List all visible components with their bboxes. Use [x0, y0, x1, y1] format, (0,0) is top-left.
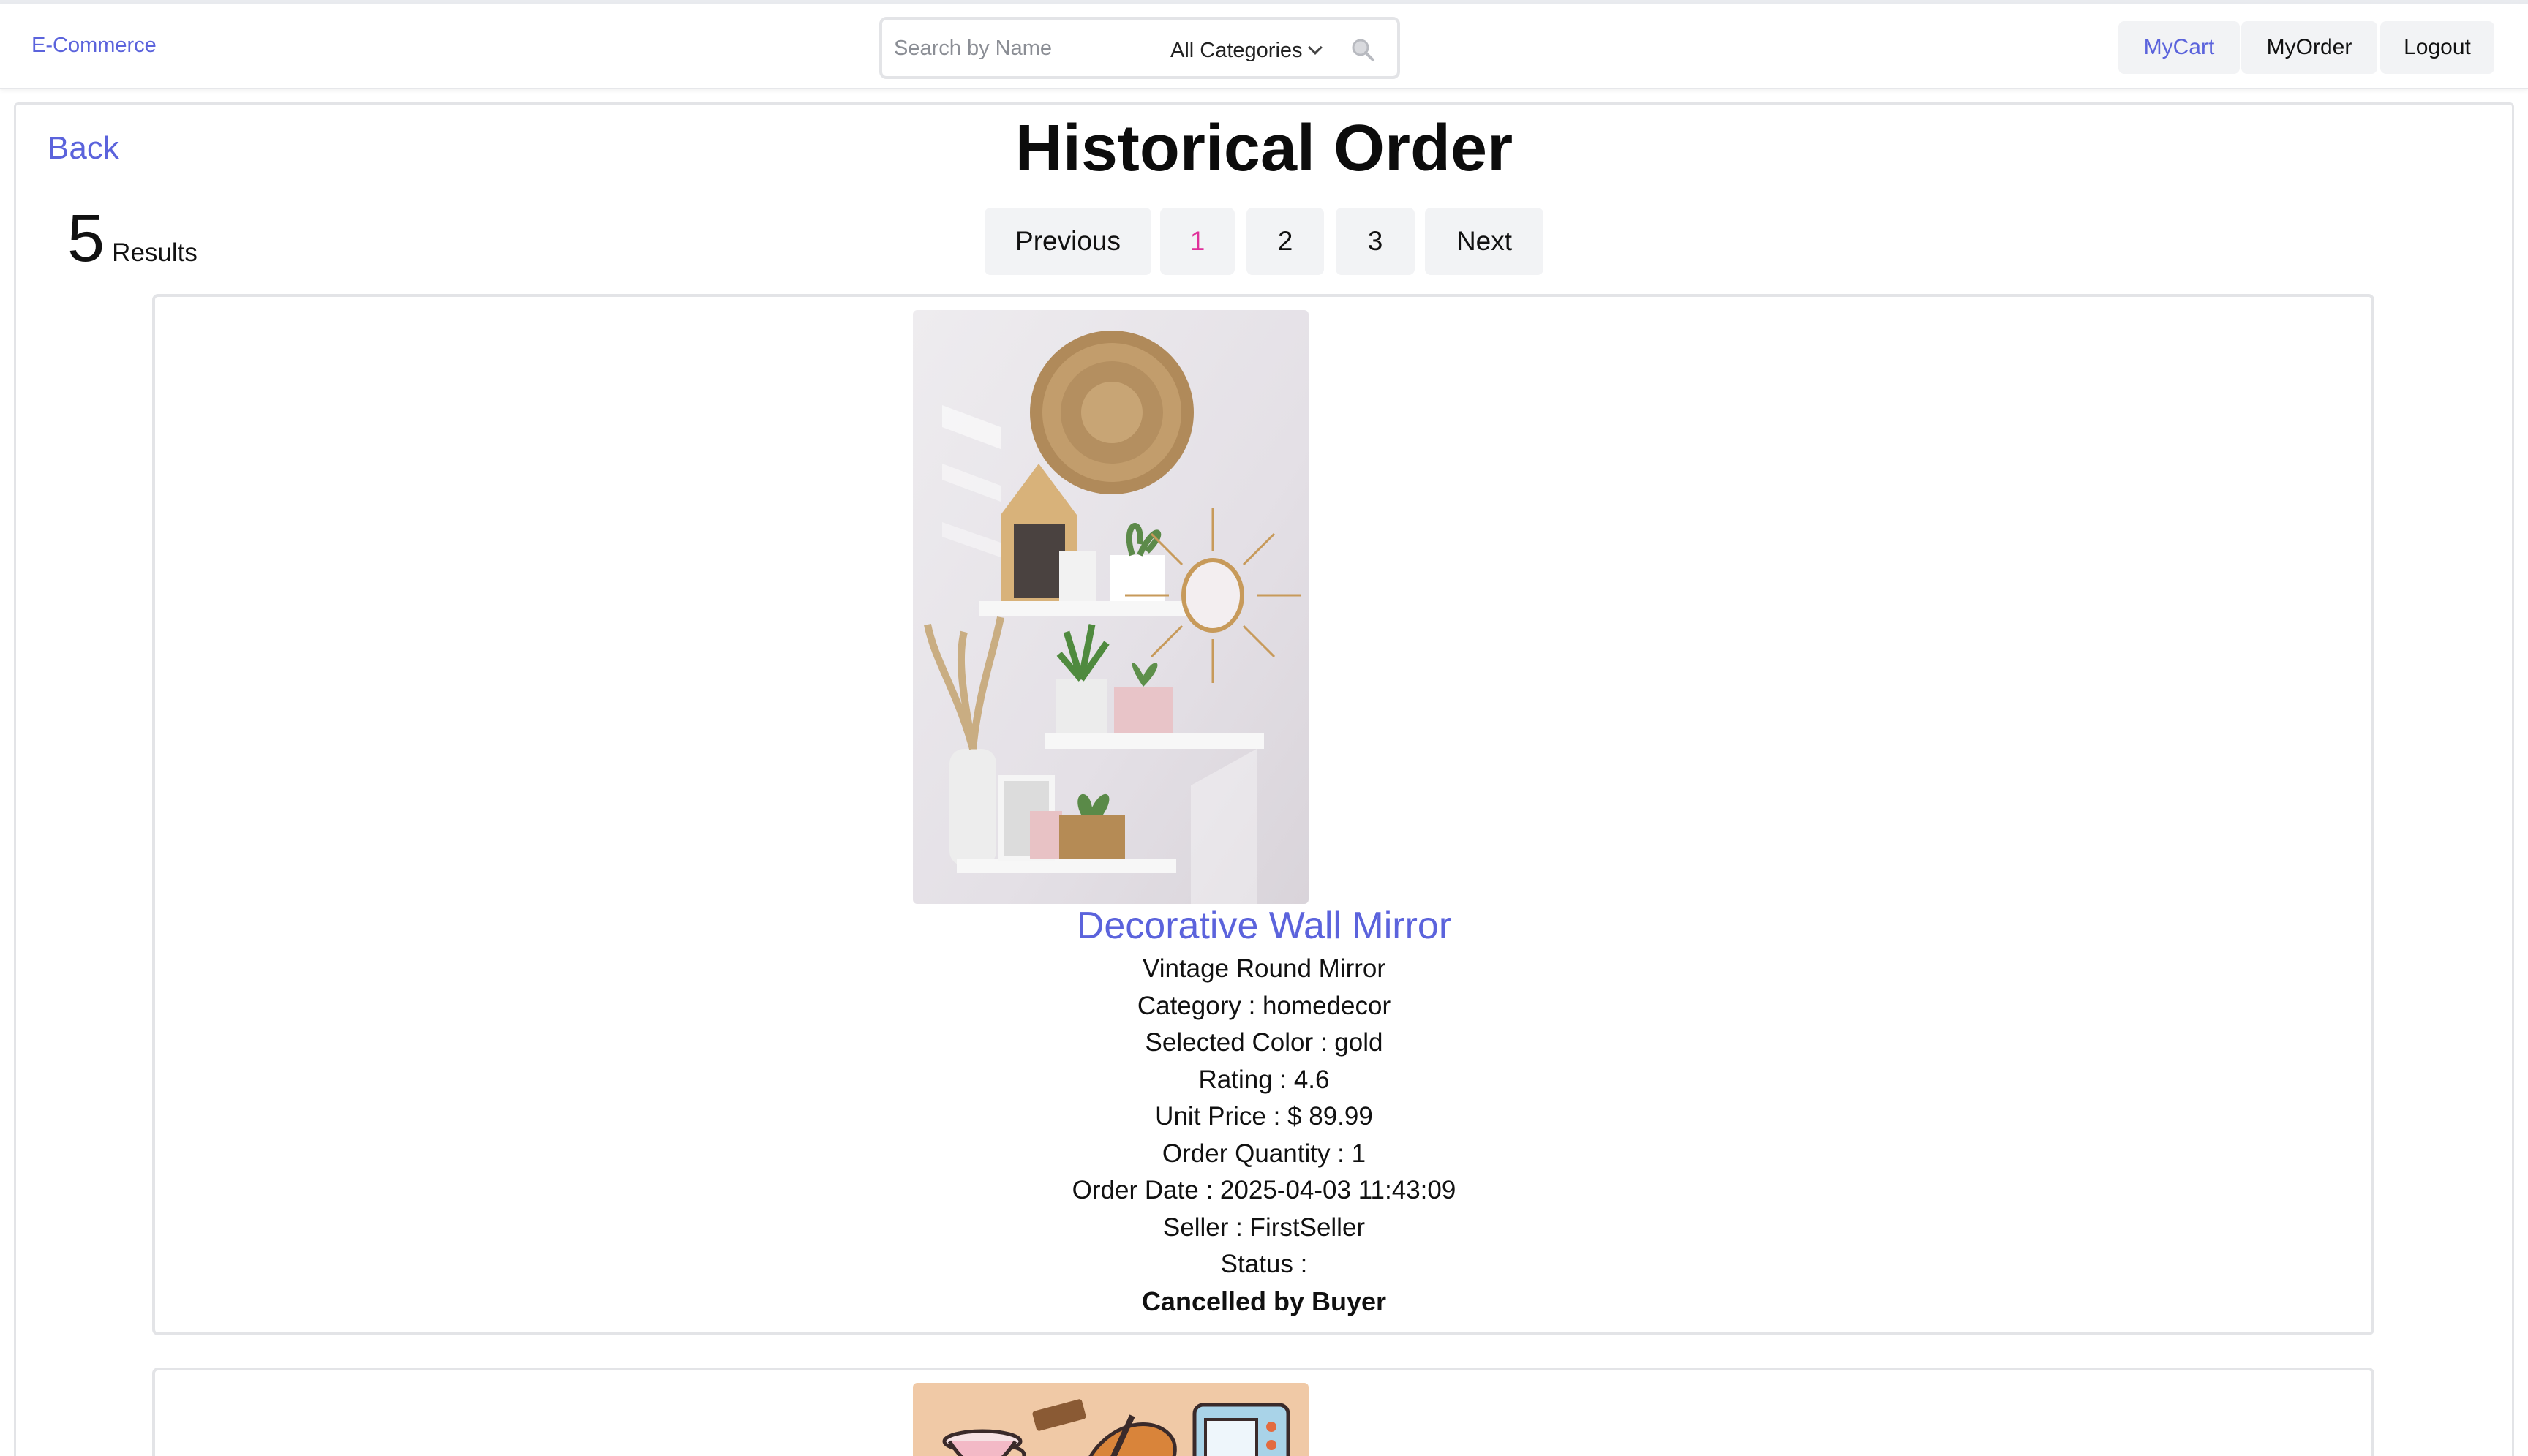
page-3-button[interactable]: 3: [1336, 208, 1415, 275]
order-quantity: Order Quantity : 1: [1162, 1139, 1366, 1168]
brand-link[interactable]: E-Commerce: [31, 34, 157, 58]
category-select[interactable]: All Categories: [1170, 36, 1323, 65]
product-name-link[interactable]: Decorative Wall Mirror: [0, 904, 2528, 948]
logout-button[interactable]: Logout: [2380, 21, 2494, 74]
category-select-value: All Categories: [1170, 38, 1303, 62]
selected-color: Selected Color : gold: [1145, 1028, 1383, 1057]
product-category: Category : homedecor: [1137, 991, 1391, 1020]
unit-price: Unit Price : $ 89.99: [1155, 1102, 1373, 1131]
chevron-down-icon: [1307, 40, 1323, 55]
previous-page-button[interactable]: Previous: [985, 208, 1151, 275]
navbar: E-Commerce All Categories MyCart MyOrder…: [0, 4, 2528, 89]
search-input[interactable]: [894, 33, 1157, 64]
myorder-button[interactable]: MyOrder: [2241, 21, 2377, 74]
mycart-button[interactable]: MyCart: [2118, 21, 2240, 74]
page-title: Historical Order: [1015, 112, 1513, 185]
seller: Seller : FirstSeller: [1162, 1212, 1366, 1242]
product-rating: Rating : 4.6: [1198, 1065, 1330, 1094]
product-image: [913, 1383, 1309, 1456]
status-value: Cancelled by Buyer: [1141, 1286, 1387, 1316]
order-date: Order Date : 2025-04-03 11:43:09: [1072, 1176, 1456, 1204]
status-label: Status :: [1220, 1250, 1308, 1278]
results-summary: 5 Results: [67, 205, 198, 272]
search-icon[interactable]: [1350, 37, 1375, 62]
order-details: Vintage Round Mirror Category : homedeco…: [0, 951, 2528, 1320]
page-2-button[interactable]: 2: [1246, 208, 1324, 275]
product-image: [913, 310, 1309, 904]
next-page-button[interactable]: Next: [1425, 208, 1543, 275]
results-count: 5: [67, 201, 105, 276]
search-bar: All Categories: [879, 17, 1400, 79]
page-1-button[interactable]: 1: [1160, 208, 1235, 275]
product-description: Vintage Round Mirror: [1142, 954, 1386, 983]
results-label: Results: [112, 238, 198, 267]
